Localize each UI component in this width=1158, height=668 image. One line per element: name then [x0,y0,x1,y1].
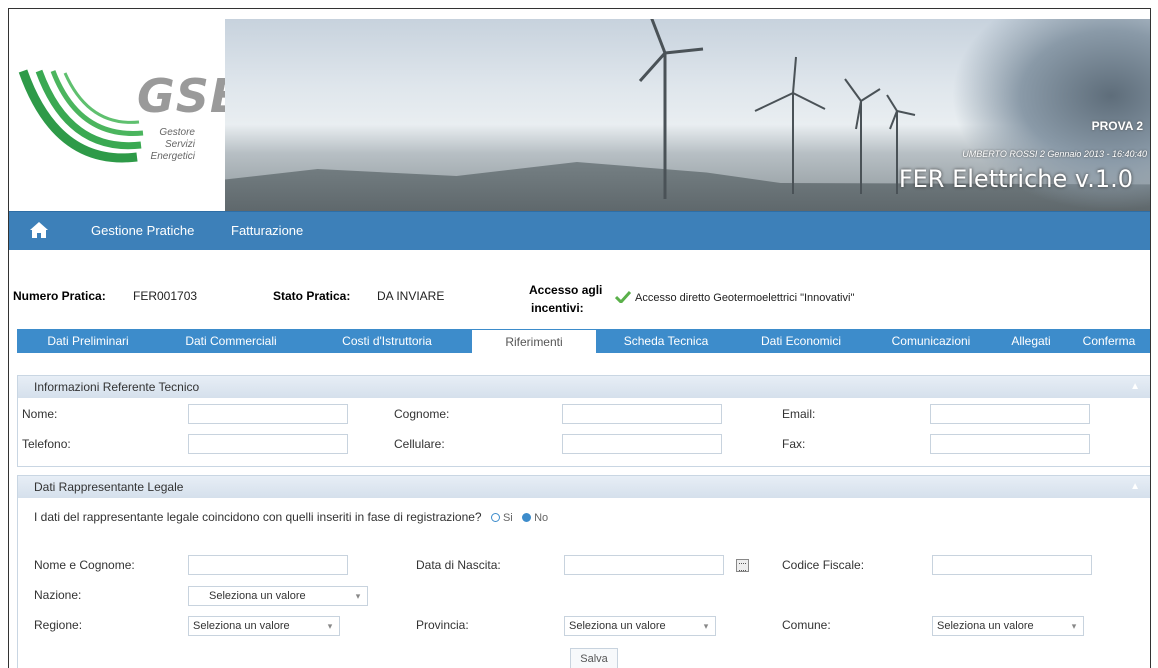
nazione-select-value: Seleziona un valore [209,590,306,602]
provincia-select[interactable]: Seleziona un valore ▾ [564,616,716,636]
accesso-label: Accesso agli [529,283,603,297]
data-nascita-label: Data di Nascita: [416,558,501,572]
email-label: Email: [782,407,816,421]
cognome-label: Cognome: [394,407,450,421]
nazione-label: Nazione: [34,588,82,602]
referente-panel-title: Informazioni Referente Tecnico [34,380,200,394]
tab-allegati[interactable]: Allegati [995,329,1067,353]
tab-costi-istruttoria[interactable]: Costi d'Istruttoria [303,329,471,353]
save-button[interactable]: Salva [570,648,618,668]
collapse-icon[interactable]: ▲ [1130,476,1140,498]
calendar-icon[interactable] [736,559,749,572]
form-tabs: Dati Preliminari Dati Commerciali Costi … [17,329,1150,353]
home-icon[interactable] [29,221,49,244]
accesso-value: Accesso diretto Geotermoelettrici "Innov… [635,292,855,304]
numero-pratica-label: Numero Pratica: [13,289,106,303]
coincidence-question-row: I dati del rappresentante legale coincid… [34,510,548,524]
nome-label: Nome: [22,407,58,421]
comune-label: Comune: [782,618,831,632]
referente-panel: Informazioni Referente Tecnico ▲ Nome: C… [17,375,1150,467]
logo-sub-line: Energetici [150,151,195,162]
nome-cognome-label: Nome e Cognome: [34,558,135,572]
tab-dati-commerciali[interactable]: Dati Commerciali [159,329,303,353]
nome-cognome-field[interactable] [188,555,348,575]
regione-select[interactable]: Seleziona un valore ▾ [188,616,340,636]
provincia-select-value: Seleziona un valore [569,620,666,632]
accesso-label-2: incentivi: [531,301,584,315]
email-field[interactable] [930,404,1090,424]
comune-select-value: Seleziona un valore [937,620,1034,632]
regione-select-value: Seleziona un valore [193,620,290,632]
gse-logo: GSE Gestore Servizi Energetici [9,9,241,211]
tab-dati-preliminari[interactable]: Dati Preliminari [17,329,159,353]
user-session-info: UMBERTO ROSSI 2 Gennaio 2013 - 16:40:40 [962,149,1147,159]
logo-subtitle: Gestore Servizi Energetici [141,127,195,163]
referente-panel-header[interactable]: Informazioni Referente Tecnico ▲ [18,376,1150,398]
nav-gestione-pratiche[interactable]: Gestione Pratiche [91,223,194,238]
chevron-down-icon[interactable]: ▾ [1065,617,1083,635]
regione-label: Regione: [34,618,83,632]
gse-arcs-icon [18,69,144,163]
tab-dati-economici[interactable]: Dati Economici [735,329,867,353]
stato-pratica-label: Stato Pratica: [273,289,351,303]
nome-field[interactable] [188,404,348,424]
cognome-field[interactable] [562,404,722,424]
legale-panel: Dati Rappresentante Legale ▲ I dati del … [17,475,1150,668]
telefono-label: Telefono: [22,437,71,451]
nazione-select[interactable]: Seleziona un valore ▾ [188,586,368,606]
chevron-down-icon[interactable]: ▾ [697,617,715,635]
provincia-label: Provincia: [416,618,469,632]
codice-fiscale-field[interactable] [932,555,1092,575]
tab-comunicazioni[interactable]: Comunicazioni [867,329,995,353]
radio-si[interactable] [490,513,500,523]
fax-field[interactable] [930,434,1090,454]
cellulare-field[interactable] [562,434,722,454]
data-nascita-field[interactable] [564,555,724,575]
checkmark-icon [614,290,632,308]
coincidence-question: I dati del rappresentante legale coincid… [34,510,482,524]
tab-conferma[interactable]: Conferma [1067,329,1150,353]
main-navbar: Gestione Pratiche Fatturazione [9,211,1150,250]
logo-sub-line: Gestore [159,127,195,138]
legale-panel-header[interactable]: Dati Rappresentante Legale ▲ [18,476,1150,498]
tab-scheda-tecnica[interactable]: Scheda Tecnica [597,329,735,353]
legale-panel-title: Dati Rappresentante Legale [34,480,184,494]
cellulare-label: Cellulare: [394,437,445,451]
numero-pratica-value: FER001703 [133,289,198,303]
comune-select[interactable]: Seleziona un valore ▾ [932,616,1084,636]
chevron-down-icon[interactable]: ▾ [349,587,367,605]
telefono-field[interactable] [188,434,348,454]
logo-sub-line: Servizi [164,139,195,150]
app-frame: GSE Gestore Servizi Energetici PROVA 2 U… [8,8,1151,668]
environment-label: PROVA 2 [1091,119,1143,133]
app-title: FER Elettriche v.1.0 [898,165,1133,193]
fax-label: Fax: [782,437,806,451]
header-banner: GSE Gestore Servizi Energetici PROVA 2 U… [9,9,1150,211]
chevron-down-icon[interactable]: ▾ [321,617,339,635]
radio-si-label: Si [502,512,513,524]
tab-riferimenti[interactable]: Riferimenti [471,329,597,353]
radio-no[interactable] [522,513,532,523]
radio-no-label: No [534,512,549,524]
codice-fiscale-label: Codice Fiscale: [782,558,865,572]
stato-pratica-value: DA INVIARE [377,289,445,303]
nav-fatturazione[interactable]: Fatturazione [231,223,303,238]
practice-info: Numero Pratica: FER001703 Stato Pratica:… [9,259,1150,329]
collapse-icon[interactable]: ▲ [1130,376,1140,398]
